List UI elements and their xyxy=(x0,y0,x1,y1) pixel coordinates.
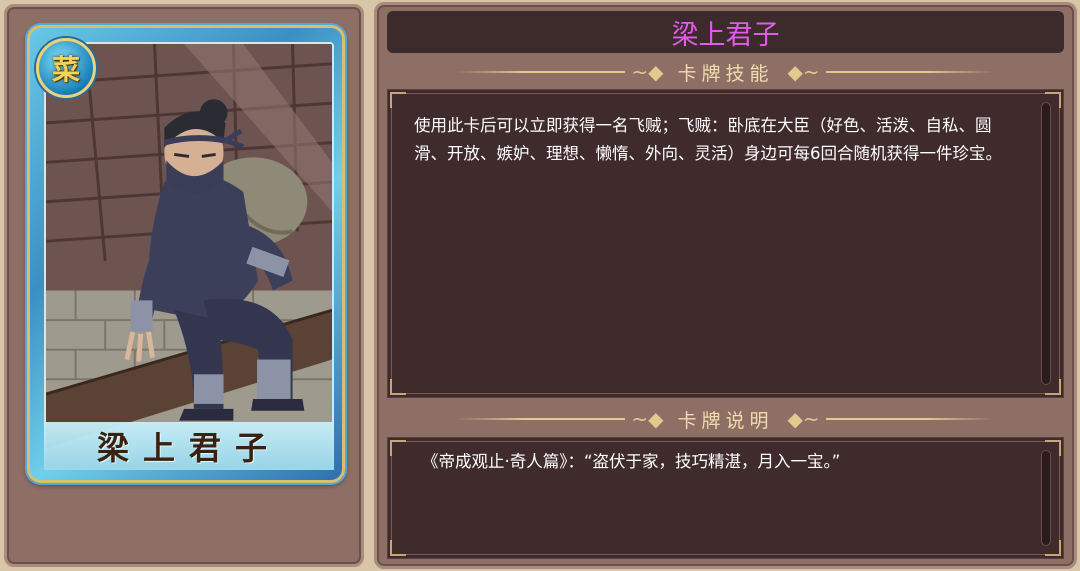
card-details-panel: 梁上君子 ~◆ 卡牌技能 ◆~ 使用此卡后可以立即获得一名飞贼；飞贼：卧底在大臣… xyxy=(374,2,1077,569)
corner-ornament-icon xyxy=(390,440,406,456)
corner-ornament-icon xyxy=(390,379,406,395)
badge-glyph: 菜 xyxy=(51,53,80,86)
desc-section-header: ~◆ 卡牌说明 ◆~ xyxy=(457,404,995,434)
desc-section-label: 卡牌说明 xyxy=(677,409,774,432)
scroll-ornament-icon: ~◆ xyxy=(631,407,664,431)
character-card[interactable]: 菜 梁上君子 xyxy=(27,25,345,483)
card-panel: 菜 梁上君子 xyxy=(4,4,364,567)
divider-line xyxy=(825,71,995,73)
card-name: 梁上君子 xyxy=(96,429,281,467)
skill-textbox[interactable]: 使用此卡后可以立即获得一名飞贼；飞贼：卧底在大臣（好色、活泼、自私、圆滑、开放、… xyxy=(387,89,1064,398)
skill-scrollbar[interactable] xyxy=(1041,102,1051,385)
scroll-ornament-icon: ~◆ xyxy=(631,60,664,84)
desc-scrollbar[interactable] xyxy=(1041,450,1051,546)
divider-line xyxy=(457,418,626,420)
lore-description: 《帝成观止·奇人篇》：“盗伏于家，技巧精湛，月入一宝。” xyxy=(422,452,841,471)
card-art-frame xyxy=(44,42,334,470)
desc-textbox[interactable]: 《帝成观止·奇人篇》：“盗伏于家，技巧精湛，月入一宝。” xyxy=(387,437,1064,559)
corner-ornament-icon xyxy=(390,540,406,556)
divider-line xyxy=(457,71,626,73)
divider-line xyxy=(825,418,995,420)
card-nameplate: 梁上君子 xyxy=(44,422,334,470)
card-title: 梁上君子 xyxy=(671,19,780,51)
scroll-ornament-icon: ◆~ xyxy=(787,60,820,84)
scroll-ornament-icon: ◆~ xyxy=(787,407,820,431)
skill-section-header: ~◆ 卡牌技能 ◆~ xyxy=(457,57,995,87)
skill-description: 使用此卡后可以立即获得一名飞贼；飞贼：卧底在大臣（好色、活泼、自私、圆滑、开放、… xyxy=(414,116,1002,163)
skill-section-label: 卡牌技能 xyxy=(677,62,774,85)
corner-ornament-icon xyxy=(390,92,406,108)
title-bar: 梁上君子 xyxy=(387,11,1064,53)
card-type-badge: 菜 xyxy=(36,38,96,98)
card-illustration xyxy=(46,44,332,468)
